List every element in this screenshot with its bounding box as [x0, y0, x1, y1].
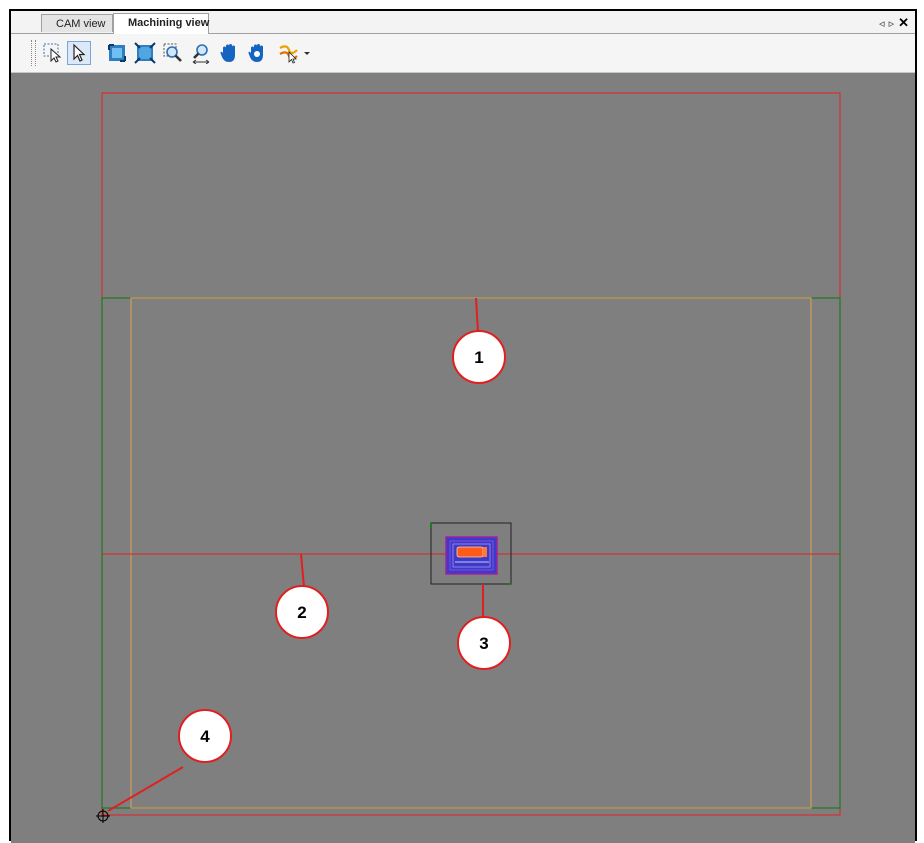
view-toolbar — [11, 34, 915, 73]
pan-hand-icon[interactable] — [217, 41, 241, 65]
callout-1-label: 1 — [474, 348, 483, 367]
callout-4-label: 4 — [200, 727, 210, 746]
callout-3: 3 — [457, 616, 511, 670]
tab-strip: CAM view Machining view ◃ ▹ ✕ — [11, 11, 915, 34]
zoom-extents-icon[interactable] — [105, 41, 129, 65]
tab-cam-view[interactable]: CAM view — [41, 14, 113, 32]
callout-4: 4 — [178, 709, 232, 763]
select-pointer-icon[interactable] — [67, 41, 91, 65]
callout-2-label: 2 — [297, 603, 306, 622]
zoom-all-icon[interactable] — [133, 41, 157, 65]
tab-controls: ◃ ▹ ✕ — [879, 15, 909, 31]
machining-drawing: 1 2 3 4 — [96, 92, 841, 823]
callout-2: 2 — [275, 585, 329, 639]
callout-1: 1 — [452, 330, 506, 384]
scroll-left-icon[interactable]: ◃ — [879, 17, 885, 30]
close-icon[interactable]: ✕ — [898, 15, 909, 31]
callout-3-label: 3 — [479, 634, 488, 653]
scroll-right-icon[interactable]: ▹ — [889, 17, 895, 30]
machining-view-panel: CAM view Machining view ◃ ▹ ✕ 1 2 3 4 — [9, 9, 917, 843]
machine-limits-outline — [101, 92, 841, 816]
zoom-dynamic-icon[interactable] — [189, 41, 213, 65]
machining-viewport[interactable]: 1 2 3 4 — [11, 73, 915, 843]
tab-machining-view[interactable]: Machining view — [113, 13, 209, 34]
zoom-window-icon[interactable] — [161, 41, 185, 65]
part-toolpaths[interactable] — [445, 536, 498, 575]
toolpath-display-icon[interactable] — [275, 41, 315, 65]
toolbar-grip[interactable] — [31, 40, 36, 66]
origin-marker-icon — [96, 809, 110, 823]
rotate-hand-icon[interactable] — [245, 41, 269, 65]
select-area-icon[interactable] — [41, 41, 65, 65]
